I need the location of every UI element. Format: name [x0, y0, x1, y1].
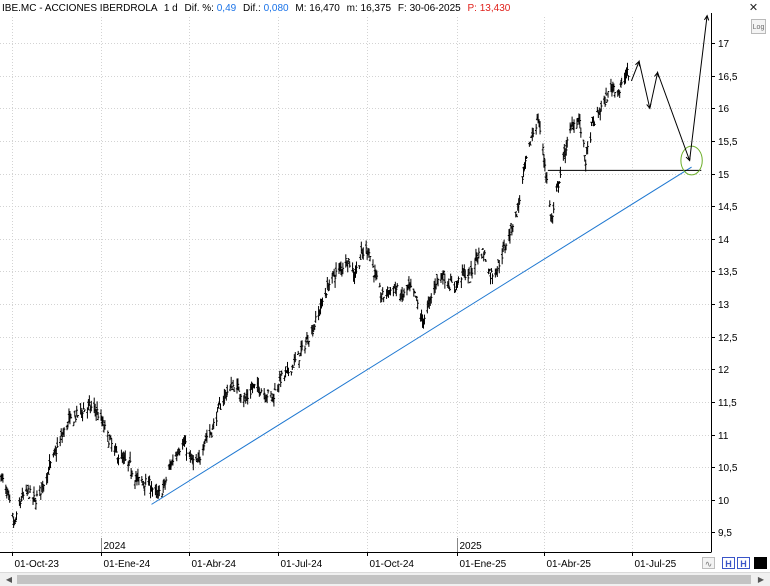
- horizontal-scrollbar[interactable]: ◀ ▶: [0, 572, 770, 586]
- x-tick-label: 01-Abr-25: [547, 559, 592, 570]
- x-tick-label: 01-Oct-23: [15, 559, 60, 570]
- price-series: [0, 62, 630, 528]
- black-square-icon[interactable]: [754, 557, 767, 569]
- drawings: [151, 14, 710, 505]
- y-tick-label: 16,5: [718, 72, 738, 83]
- y-tick-label: 10: [718, 496, 730, 507]
- trendline: [151, 166, 692, 505]
- x-tick-label: 01-Jul-25: [635, 559, 677, 570]
- indicator-h2-icon[interactable]: H: [737, 557, 750, 569]
- year-label: 2025: [460, 541, 483, 552]
- x-axis-ticks: 01-Oct-23 01-Ene-24 01-Abr-24 01-Jul-24 01-O…: [12, 552, 677, 570]
- y-tick-label: 17: [718, 39, 730, 50]
- y-tick-label: 14,5: [718, 202, 738, 213]
- y-tick-label: 15: [718, 170, 730, 181]
- scroll-thumb[interactable]: [17, 575, 751, 584]
- y-tick-label: 16: [718, 104, 730, 115]
- x-tick-label: 01-Abr-24: [192, 559, 237, 570]
- x-tick-label: 01-Ene-24: [104, 559, 151, 570]
- chart-window: IBE.MC - ACCIONES IBERDROLA 1 d Dif. %: …: [0, 0, 770, 586]
- y-tick-label: 11,5: [718, 398, 737, 409]
- y-tick-label: 10,5: [718, 463, 738, 474]
- chart-toolbar: ∿ H H: [700, 556, 770, 570]
- price-chart[interactable]: 2024 2025 9,5 10 10,5 11 11,5 12 12,5 13 13,5 14 14…: [0, 0, 770, 572]
- y-axis-ticks: 9,5 10 10,5 11 11,5 12 12,5 13 13,5 14 14,5 15 15,5 1…: [711, 39, 738, 539]
- indicator-h-icon[interactable]: H: [722, 557, 735, 569]
- y-tick-label: 11: [718, 431, 729, 442]
- y-tick-label: 9,5: [718, 528, 732, 539]
- axes: 2024 2025: [0, 13, 712, 556]
- x-tick-label: 01-Oct-24: [370, 559, 415, 570]
- year-label: 2024: [104, 541, 127, 552]
- y-tick-label: 13: [718, 300, 730, 311]
- x-tick-label: 01-Jul-24: [281, 559, 323, 570]
- y-tick-label: 12,5: [718, 333, 738, 344]
- y-tick-label: 14: [718, 235, 730, 246]
- wave-icon[interactable]: ∿: [702, 557, 715, 569]
- y-tick-label: 12: [718, 365, 730, 376]
- y-tick-label: 13,5: [718, 267, 738, 278]
- projection-path: [630, 15, 708, 161]
- x-tick-label: 01-Ene-25: [460, 559, 507, 570]
- scroll-right-icon[interactable]: ▶: [754, 574, 768, 586]
- scroll-left-icon[interactable]: ◀: [2, 574, 16, 586]
- scroll-track[interactable]: [17, 575, 751, 584]
- y-tick-label: 15,5: [718, 137, 738, 148]
